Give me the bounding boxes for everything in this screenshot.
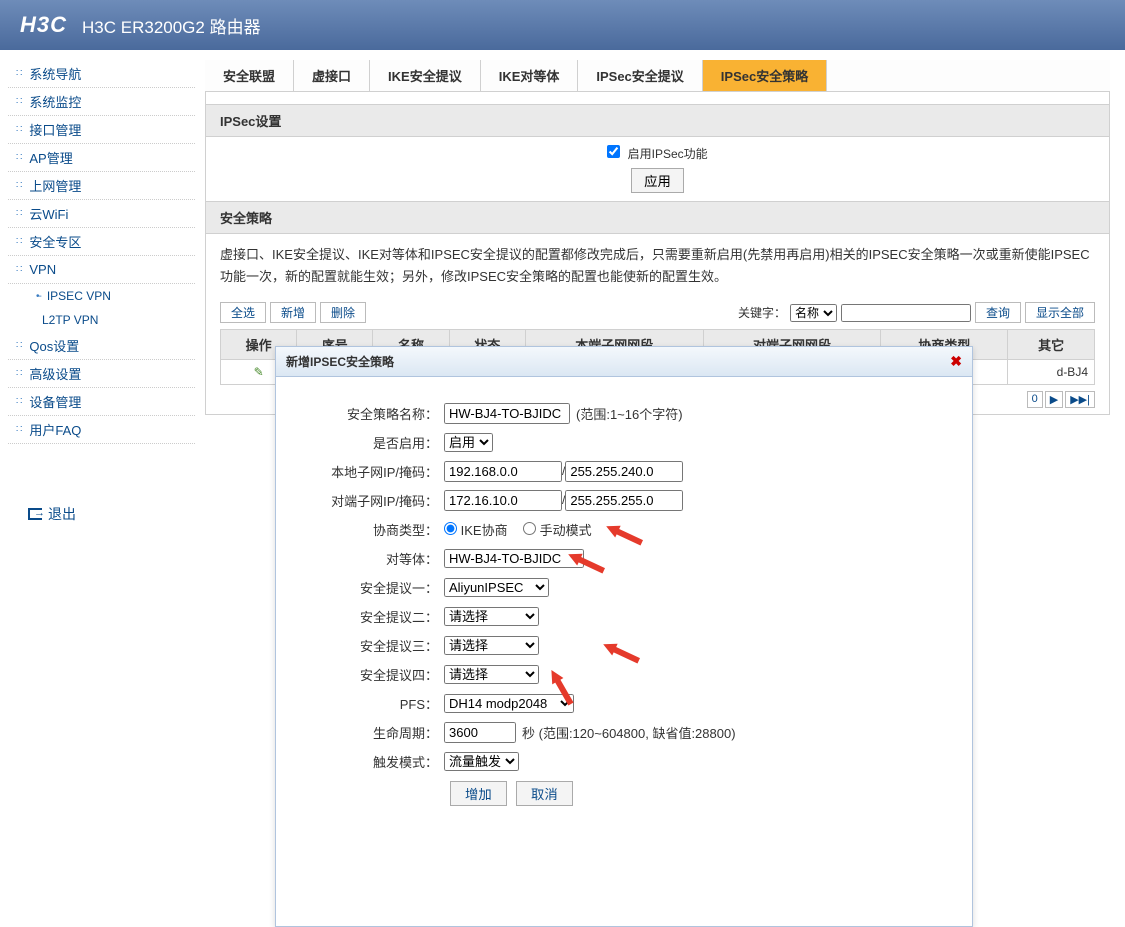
dots-icon: ∷ bbox=[16, 68, 21, 79]
policy-head: 安全策略 bbox=[206, 201, 1109, 234]
sidebar-sub-l2tp[interactable]: L2TP VPN bbox=[8, 308, 195, 332]
delete-button[interactable]: 删除 bbox=[320, 302, 366, 323]
label-nego: 协商类型： bbox=[286, 520, 444, 539]
sidebar-item-qos[interactable]: ∷Qos设置 bbox=[8, 332, 195, 360]
sidebar-item-device[interactable]: ∷设备管理 bbox=[8, 388, 195, 416]
logo: H3C bbox=[20, 12, 67, 38]
enable-select[interactable]: 启用 bbox=[444, 433, 493, 452]
dot-icon: •- bbox=[36, 291, 41, 302]
dots-icon: ∷ bbox=[16, 424, 21, 435]
dots-icon: ∷ bbox=[16, 236, 21, 247]
page-last[interactable]: ▶▶| bbox=[1065, 391, 1095, 408]
label-trigger: 触发模式： bbox=[286, 752, 444, 771]
local-mask-input[interactable] bbox=[565, 461, 683, 482]
product-title: H3C ER3200G2 路由器 bbox=[82, 13, 261, 38]
label-life: 生命周期： bbox=[286, 723, 444, 742]
tab-ipsec-proposal[interactable]: IPSec安全提议 bbox=[578, 60, 702, 91]
remote-mask-input[interactable] bbox=[565, 490, 683, 511]
peer-select[interactable]: HW-BJ4-TO-BJIDC bbox=[444, 549, 584, 568]
cell-other: d-BJ4 bbox=[1008, 360, 1095, 385]
ipsec-settings-head: IPSec设置 bbox=[206, 104, 1109, 137]
enable-ipsec-label: 启用IPSec功能 bbox=[628, 147, 708, 161]
modal-title: 新增IPSEC安全策略 bbox=[286, 353, 394, 370]
sidebar-item-ap[interactable]: ∷AP管理 bbox=[8, 144, 195, 172]
life-hint: 秒 (范围:120~604800, 缺省值:28800) bbox=[522, 723, 736, 742]
lifetime-input[interactable] bbox=[444, 722, 516, 743]
dots-icon: ∷ bbox=[16, 208, 21, 219]
add-button[interactable]: 新增 bbox=[270, 302, 316, 323]
sidebar-item-faq[interactable]: ∷用户FAQ bbox=[8, 416, 195, 444]
tab-ipsec-policy[interactable]: IPSec安全策略 bbox=[703, 60, 827, 91]
label-prop4: 安全提议四： bbox=[286, 665, 444, 684]
proposal1-select[interactable]: AliyunIPSEC bbox=[444, 578, 549, 597]
sidebar-item-advanced[interactable]: ∷高级设置 bbox=[8, 360, 195, 388]
name-hint: (范围:1~16个字符) bbox=[576, 404, 683, 423]
tab-sa[interactable]: 安全联盟 bbox=[205, 60, 294, 91]
toolbar: 全选 新增 删除 关键字： 名称 查询 显示全部 bbox=[206, 298, 1109, 329]
tab-ike-proposal[interactable]: IKE安全提议 bbox=[370, 60, 481, 91]
sidebar-item-monitor[interactable]: ∷系统监控 bbox=[8, 88, 195, 116]
dots-icon: ∷ bbox=[16, 180, 21, 191]
remote-ip-input[interactable] bbox=[444, 490, 562, 511]
th-other: 其它 bbox=[1008, 330, 1095, 360]
show-all-button[interactable]: 显示全部 bbox=[1025, 302, 1095, 323]
label-prop1: 安全提议一： bbox=[286, 578, 444, 597]
logout-icon bbox=[28, 508, 42, 520]
sidebar-item-interface[interactable]: ∷接口管理 bbox=[8, 116, 195, 144]
modal-header: 新增IPSEC安全策略 ✖ bbox=[276, 347, 972, 377]
label-prop3: 安全提议三： bbox=[286, 636, 444, 655]
proposal4-select[interactable]: 请选择 bbox=[444, 665, 539, 684]
dots-icon: ∷ bbox=[16, 124, 21, 135]
logout-link[interactable]: 退出 bbox=[28, 504, 195, 524]
dots-icon: ∷ bbox=[16, 152, 21, 163]
tabs: 安全联盟 虚接口 IKE安全提议 IKE对等体 IPSec安全提议 IPSec安… bbox=[205, 60, 1110, 92]
enable-ipsec-checkbox[interactable] bbox=[607, 145, 620, 158]
proposal2-select[interactable]: 请选择 bbox=[444, 607, 539, 626]
keyword-field-select[interactable]: 名称 bbox=[790, 304, 837, 322]
modal-add-button[interactable]: 增加 bbox=[450, 781, 507, 806]
close-icon[interactable]: ✖ bbox=[950, 353, 962, 370]
dots-icon: ∷ bbox=[16, 340, 21, 351]
tab-ike-peer[interactable]: IKE对等体 bbox=[481, 60, 579, 91]
tab-vif[interactable]: 虚接口 bbox=[294, 60, 370, 91]
page-next[interactable]: ▶ bbox=[1045, 391, 1063, 408]
dots-icon: ∷ bbox=[16, 396, 21, 407]
add-policy-modal: 新增IPSEC安全策略 ✖ 安全策略名称： (范围:1~16个字符) 是否启用：… bbox=[275, 346, 973, 927]
nego-ike-radio[interactable] bbox=[444, 522, 457, 535]
sidebar-item-net[interactable]: ∷上网管理 bbox=[8, 172, 195, 200]
label-prop2: 安全提议二： bbox=[286, 607, 444, 626]
proposal3-select[interactable]: 请选择 bbox=[444, 636, 539, 655]
select-all-button[interactable]: 全选 bbox=[220, 302, 266, 323]
query-button[interactable]: 查询 bbox=[975, 302, 1021, 323]
dots-icon: ∷ bbox=[16, 368, 21, 379]
trigger-select[interactable]: 流量触发 bbox=[444, 752, 519, 771]
pfs-select[interactable]: DH14 modp2048 bbox=[444, 694, 574, 713]
page-0[interactable]: 0 bbox=[1027, 391, 1043, 408]
policy-desc: 虚接口、IKE安全提议、IKE对等体和IPSEC安全提议的配置都修改完成后，只需… bbox=[206, 234, 1109, 298]
policy-name-input[interactable] bbox=[444, 403, 570, 424]
dots-icon: ∷ bbox=[16, 96, 21, 107]
label-local: 本地子网IP/掩码： bbox=[286, 462, 444, 481]
local-ip-input[interactable] bbox=[444, 461, 562, 482]
sidebar-item-security[interactable]: ∷安全专区 bbox=[8, 228, 195, 256]
edit-icon[interactable]: ✎ bbox=[254, 365, 264, 379]
nego-manual-radio[interactable] bbox=[523, 522, 536, 535]
keyword-input[interactable] bbox=[841, 304, 971, 322]
label-enable: 是否启用： bbox=[286, 433, 444, 452]
label-peer: 对等体： bbox=[286, 549, 444, 568]
modal-cancel-button[interactable]: 取消 bbox=[516, 781, 573, 806]
sidebar-item-nav[interactable]: ∷系统导航 bbox=[8, 60, 195, 88]
main-content: 安全联盟 虚接口 IKE安全提议 IKE对等体 IPSec安全提议 IPSec安… bbox=[195, 50, 1125, 524]
sidebar-sub-ipsec[interactable]: •-IPSEC VPN bbox=[8, 284, 195, 308]
app-header: H3C H3C ER3200G2 路由器 bbox=[0, 0, 1125, 50]
label-pfs: PFS： bbox=[286, 694, 444, 713]
sidebar-item-vpn[interactable]: ∷VPN bbox=[8, 256, 195, 284]
sidebar-item-cloudwifi[interactable]: ∷云WiFi bbox=[8, 200, 195, 228]
label-name: 安全策略名称： bbox=[286, 404, 444, 423]
keyword-label: 关键字： bbox=[738, 304, 786, 321]
label-remote: 对端子网IP/掩码： bbox=[286, 491, 444, 510]
sidebar: ∷系统导航 ∷系统监控 ∷接口管理 ∷AP管理 ∷上网管理 ∷云WiFi ∷安全… bbox=[0, 50, 195, 524]
dots-icon: ∷ bbox=[16, 264, 21, 275]
apply-button[interactable]: 应用 bbox=[631, 168, 684, 193]
